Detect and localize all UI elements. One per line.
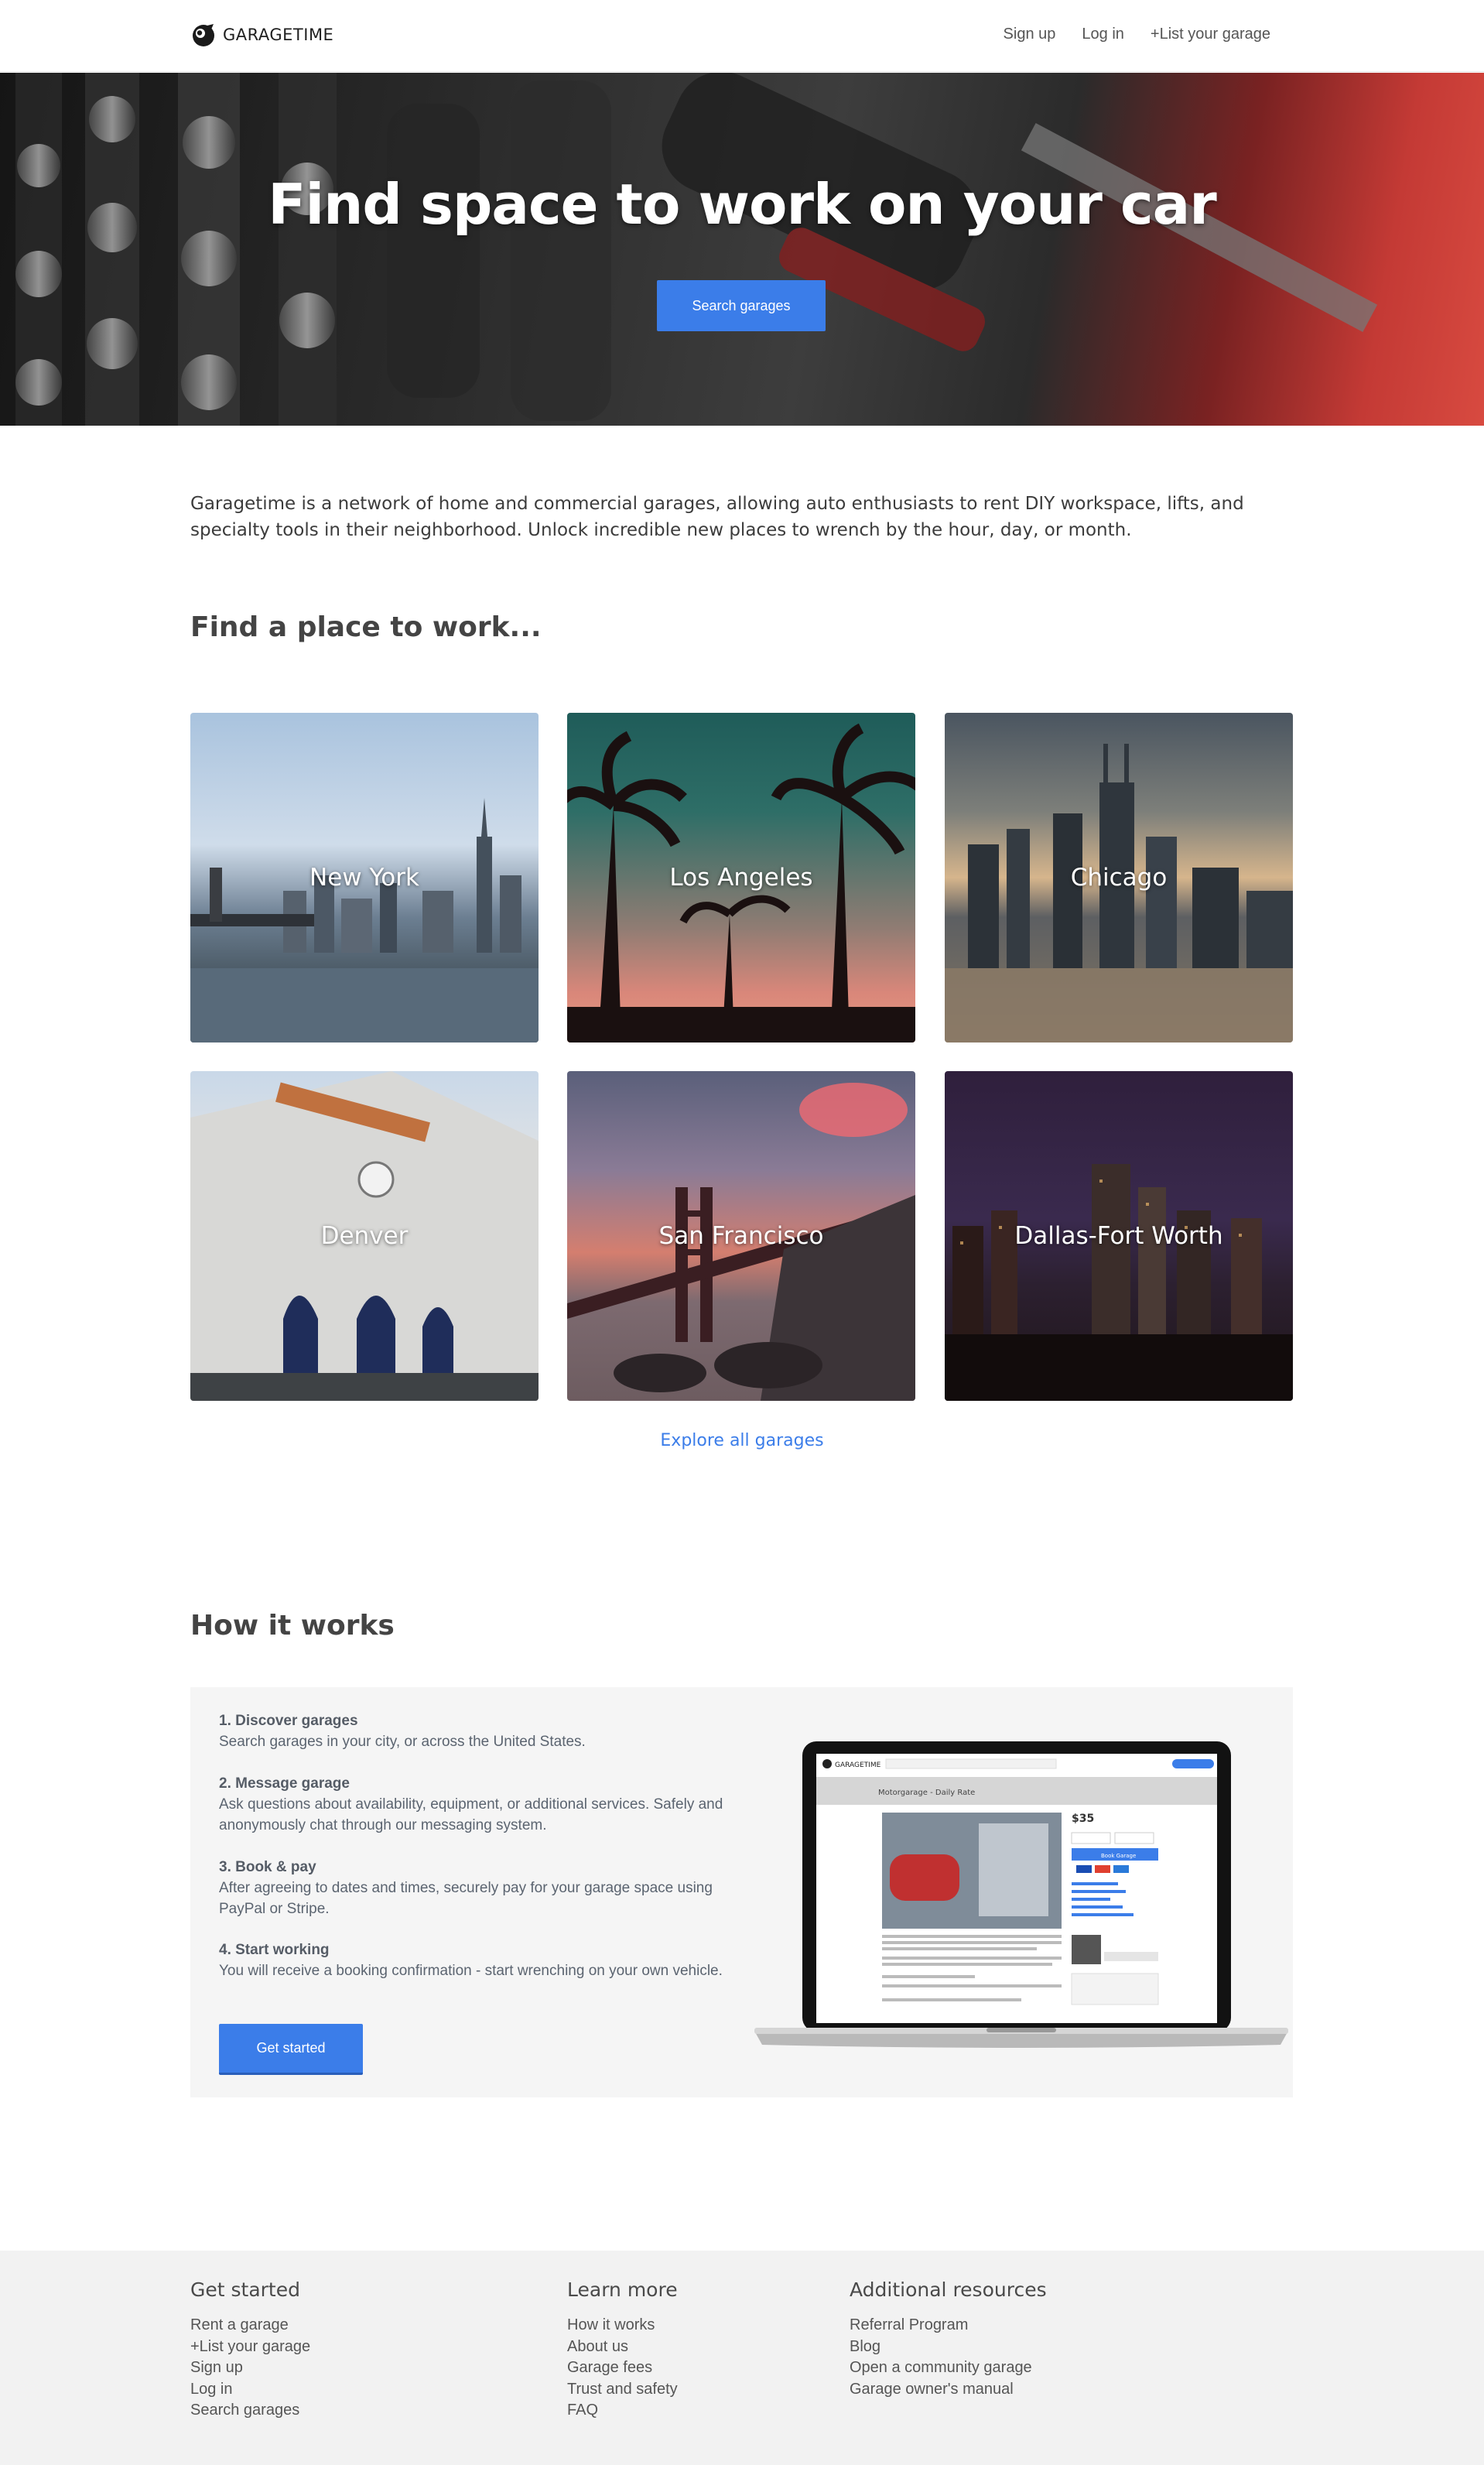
city-card-chicago[interactable]: Chicago — [945, 713, 1293, 1042]
how-it-works-panel: 1. Discover garages Search garages in yo… — [190, 1687, 1293, 2097]
footer-link[interactable]: Referral Program — [850, 2315, 1047, 2337]
step-text: Ask questions about availability, equipm… — [219, 1796, 723, 1833]
footer-heading: Learn more — [567, 2278, 678, 2301]
find-section-title: Find a place to work... — [190, 611, 542, 643]
nav-log-in[interactable]: Log in — [1082, 26, 1124, 43]
top-nav: Sign up Log in +List your garage — [1004, 26, 1270, 43]
city-card-new-york[interactable]: New York — [190, 713, 539, 1042]
how-section-title: How it works — [190, 1610, 395, 1642]
city-label: Denver — [320, 1222, 409, 1250]
footer-link[interactable]: Rent a garage — [190, 2315, 310, 2337]
footer-link[interactable]: Search garages — [190, 2400, 310, 2422]
footer-col-resources: Additional resources Referral Program Bl… — [850, 2278, 1047, 2400]
footer-col-get-started: Get started Rent a garage +List your gar… — [190, 2278, 310, 2422]
city-card-san-francisco[interactable]: San Francisco — [567, 1071, 915, 1401]
footer-link[interactable]: About us — [567, 2337, 678, 2358]
footer-heading: Additional resources — [850, 2278, 1047, 2301]
footer-link[interactable]: Garage owner's manual — [850, 2379, 1047, 2401]
brand-name: GARAGETIME — [223, 26, 334, 44]
footer-link[interactable]: Trust and safety — [567, 2379, 678, 2401]
step-title: 4. Start working — [219, 1942, 330, 1958]
footer-link[interactable]: Garage fees — [567, 2357, 678, 2379]
laptop-brand: GARAGETIME — [835, 1761, 881, 1769]
intro-text: Garagetime is a network of home and comm… — [190, 494, 1244, 540]
footer-link[interactable]: +List your garage — [190, 2337, 310, 2358]
footer-link[interactable]: Sign up — [190, 2357, 310, 2379]
site-footer: Get started Rent a garage +List your gar… — [0, 2251, 1484, 2465]
nav-sign-up[interactable]: Sign up — [1004, 26, 1056, 43]
laptop-listing-title: Motorgarage - Daily Rate — [878, 1789, 975, 1797]
footer-link[interactable]: Open a community garage — [850, 2357, 1047, 2379]
city-card-dallas[interactable]: Dallas-Fort Worth — [945, 1071, 1293, 1401]
city-label: San Francisco — [658, 1222, 824, 1250]
get-started-button[interactable]: Get started — [219, 2024, 363, 2075]
city-label: Los Angeles — [669, 864, 813, 892]
step-title: 2. Message garage — [219, 1775, 350, 1792]
brand-logo[interactable]: GARAGETIME — [190, 22, 333, 48]
footer-link[interactable]: FAQ — [567, 2400, 678, 2422]
hero-banner: Find space to work on your car Search ga… — [0, 73, 1484, 426]
explore-all-garages-link[interactable]: Explore all garages — [0, 1431, 1484, 1450]
footer-link[interactable]: Log in — [190, 2379, 310, 2401]
laptop-illustration: GARAGETIME Motorgarage - Daily Rate $35 … — [754, 1741, 1288, 2048]
step-1: 1. Discover garages Search garages in yo… — [219, 1710, 730, 1752]
city-card-los-angeles[interactable]: Los Angeles — [567, 713, 915, 1042]
step-3: 3. Book & pay After agreeing to dates an… — [219, 1857, 730, 1919]
laptop-book-button: Book Garage — [1101, 1853, 1136, 1859]
step-2: 2. Message garage Ask questions about av… — [219, 1773, 730, 1836]
city-label: Dallas-Fort Worth — [1014, 1222, 1223, 1250]
site-header: GARAGETIME Sign up Log in +List your gar… — [0, 0, 1484, 72]
step-4: 4. Start working You will receive a book… — [219, 1939, 730, 1981]
city-card-denver[interactable]: Denver — [190, 1071, 539, 1401]
step-title: 3. Book & pay — [219, 1859, 316, 1875]
hero-title: Find space to work on your car — [268, 172, 1216, 237]
footer-col-learn-more: Learn more How it works About us Garage … — [567, 2278, 678, 2422]
footer-link[interactable]: How it works — [567, 2315, 678, 2337]
step-title: 1. Discover garages — [219, 1713, 358, 1729]
footer-heading: Get started — [190, 2278, 300, 2301]
search-garages-button[interactable]: Search garages — [657, 280, 826, 331]
step-text: Search garages in your city, or across t… — [219, 1734, 586, 1750]
laptop-price: $35 — [1072, 1813, 1094, 1825]
step-text: After agreeing to dates and times, secur… — [219, 1880, 713, 1917]
nav-list-garage[interactable]: +List your garage — [1151, 26, 1270, 43]
city-label: Chicago — [1070, 864, 1168, 892]
city-label: New York — [309, 864, 419, 892]
footer-link[interactable]: Blog — [850, 2337, 1047, 2358]
hero-toolbox-image — [15, 73, 1378, 426]
logo-icon — [193, 24, 214, 46]
step-text: You will receive a booking confirmation … — [219, 1963, 723, 1979]
